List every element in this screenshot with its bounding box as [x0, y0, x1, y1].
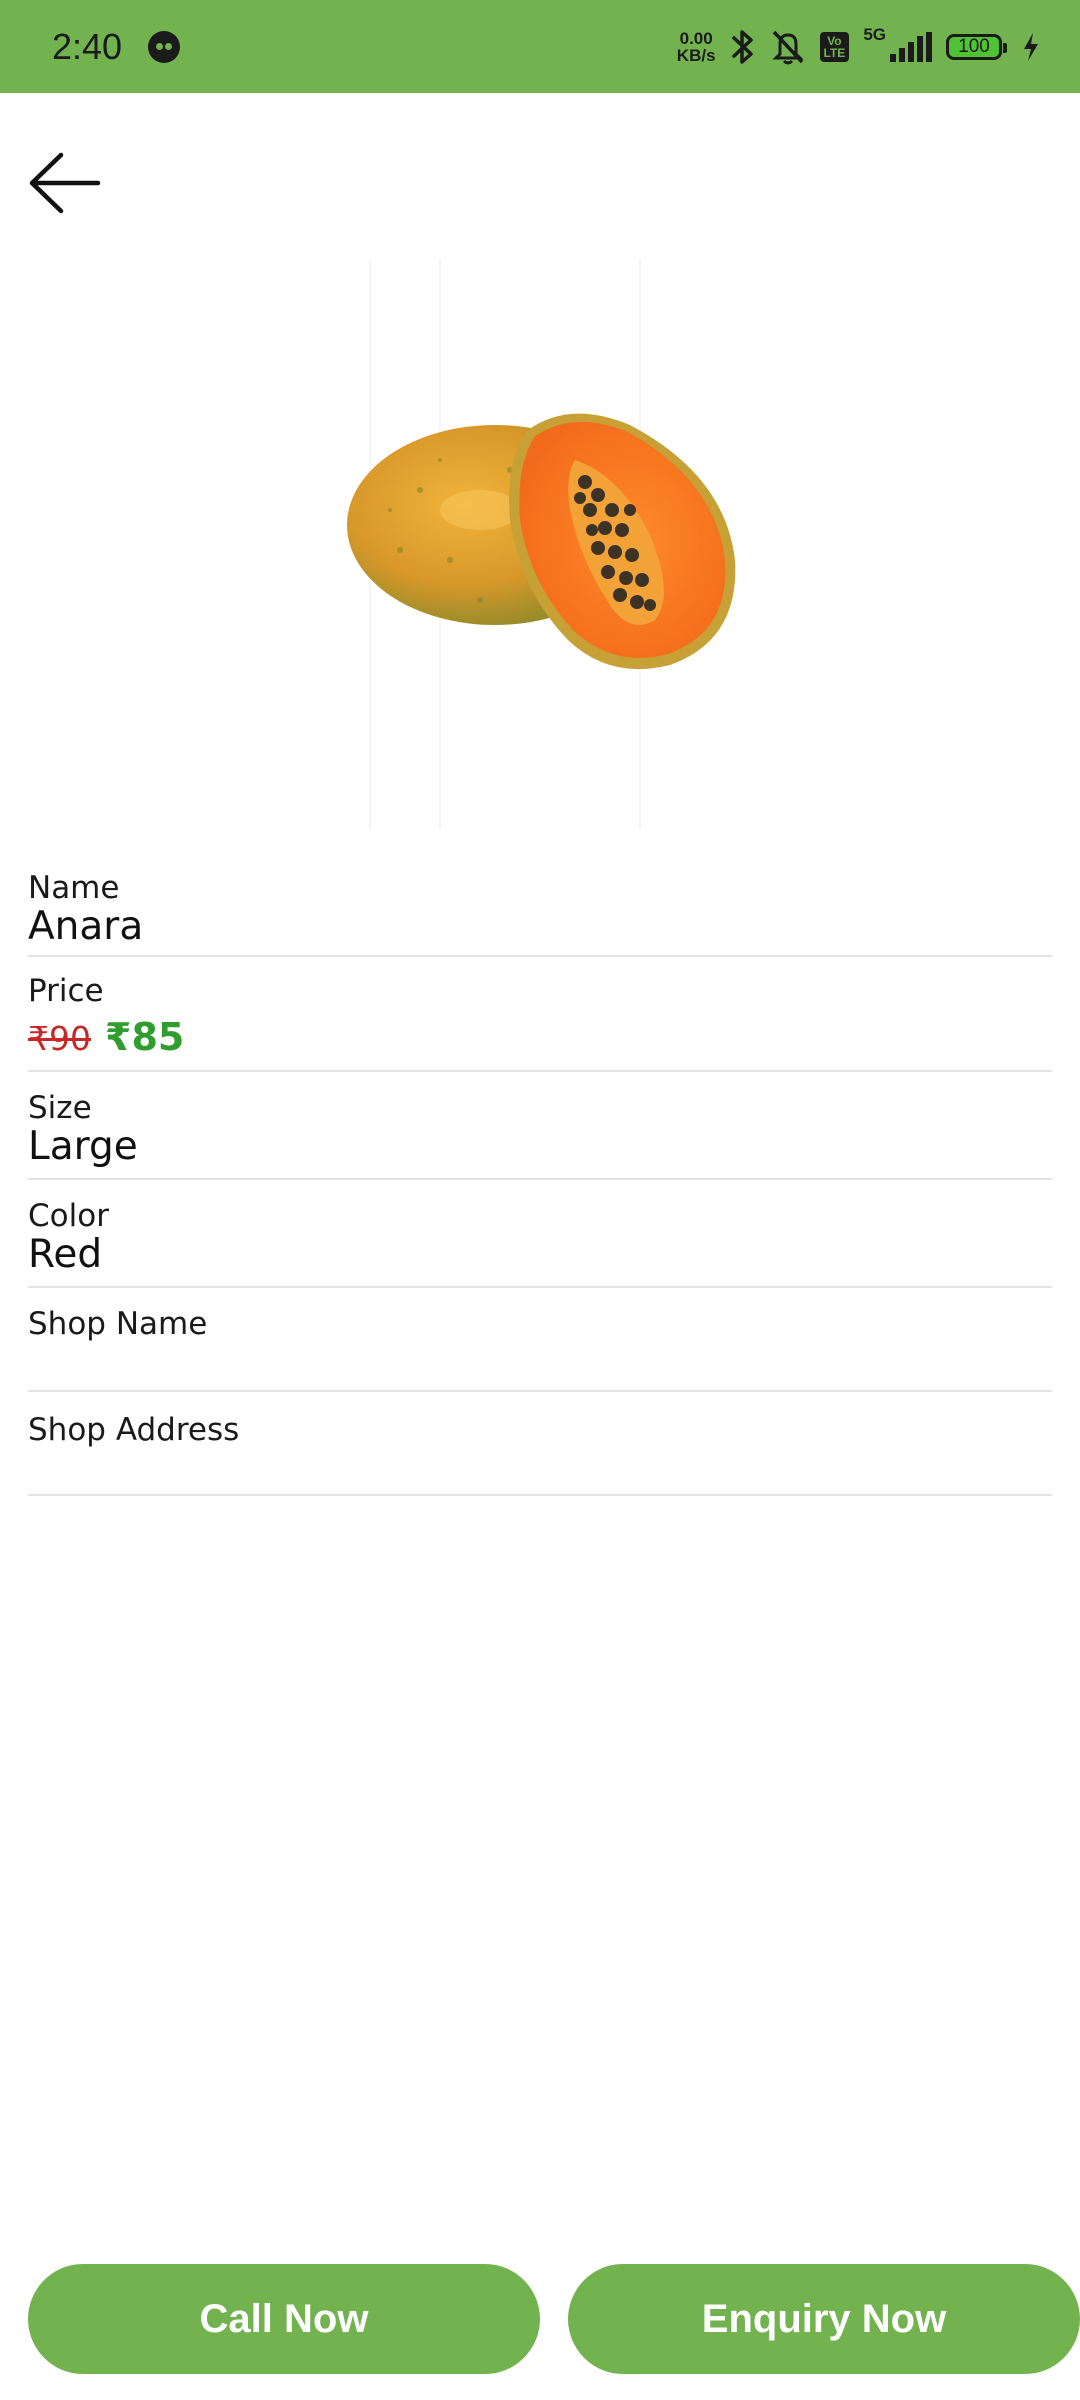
- back-arrow-icon: [29, 152, 101, 214]
- net-speed: 0.00 KB/s: [677, 30, 716, 64]
- status-time: 2:40: [52, 25, 123, 67]
- shop-address-field: Shop Address: [28, 1392, 1052, 1496]
- call-now-button[interactable]: Call Now: [28, 2264, 540, 2374]
- back-button[interactable]: [24, 148, 104, 218]
- size-value: Large: [28, 1124, 138, 1169]
- volte-top: Vo: [827, 33, 842, 48]
- name-value: Anara: [28, 904, 144, 949]
- price-label: Price: [28, 973, 104, 1009]
- product-image: [330, 260, 750, 830]
- price-field: Price ₹90 ₹85: [28, 957, 1052, 1072]
- shop-name-label: Shop Name: [28, 1306, 208, 1342]
- color-field: Color Red: [28, 1180, 1052, 1288]
- volte-icon: Vo LTE: [819, 31, 850, 62]
- discounted-price: ₹85: [105, 1015, 185, 1059]
- price-row: ₹90 ₹85: [28, 1015, 1052, 1059]
- size-label: Size: [28, 1090, 92, 1126]
- signal-icon: [890, 31, 932, 62]
- shop-address-label: Shop Address: [28, 1412, 240, 1448]
- mute-bell-icon: [771, 30, 804, 64]
- bluetooth-icon: [731, 29, 753, 64]
- enquiry-now-button[interactable]: Enquiry Now: [568, 2264, 1080, 2374]
- name-field: Name Anara: [28, 860, 1052, 957]
- name-label: Name: [28, 870, 120, 906]
- battery-icon: 100: [946, 33, 1007, 60]
- color-label: Color: [28, 1198, 109, 1234]
- net-speed-value: 0.00: [679, 28, 713, 48]
- charging-icon: [1024, 32, 1038, 61]
- original-price: ₹90: [28, 1019, 91, 1058]
- shop-name-field: Shop Name: [28, 1288, 1052, 1392]
- volte-bottom: LTE: [823, 45, 846, 60]
- status-icons: 0.00 KB/s Vo LTE 5G 100: [677, 24, 1040, 67]
- papaya-image-icon: [347, 260, 736, 830]
- size-field: Size Large: [28, 1072, 1052, 1180]
- network-type: 5G: [863, 24, 886, 44]
- net-speed-unit: KB/s: [676, 45, 716, 65]
- notification-face-icon: [148, 30, 181, 63]
- product-details: Name Anara Price ₹90 ₹85 Size Large Colo…: [28, 860, 1052, 1496]
- status-bar: 2:40 0.00 KB/s Vo LTE 5G 100: [0, 0, 1080, 93]
- color-value: Red: [28, 1232, 103, 1277]
